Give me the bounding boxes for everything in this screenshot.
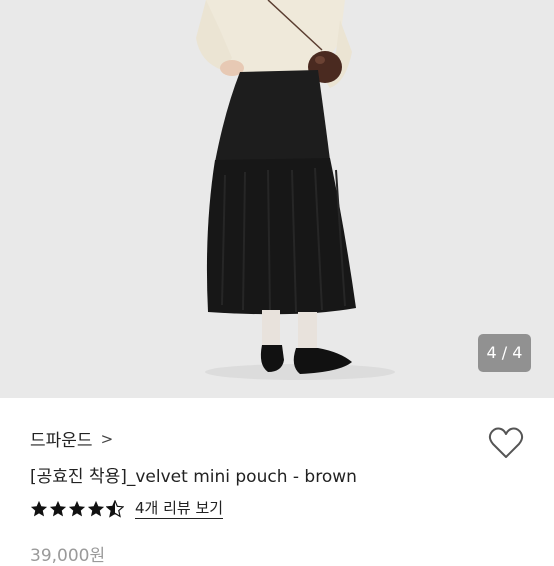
star-icon [30,500,48,518]
star-icon [87,500,105,518]
image-counter: 4 / 4 [478,334,531,372]
half-star-icon [105,499,125,518]
brand-name: 드파운드 [30,431,93,451]
star-rating [30,499,125,518]
product-photo-illustration [196,0,395,380]
product-image[interactable]: 4 / 4 [0,0,554,398]
brand-link[interactable]: 드파운드 > [30,426,114,452]
product-title: [공효진 착용]_velvet mini pouch - brown [30,467,357,487]
star-icon [49,500,67,518]
star-icon [68,500,86,518]
review-link[interactable]: 4개 리뷰 보기 [135,499,224,519]
product-info: 드파운드 > [공효진 착용]_velvet mini pouch - brow… [0,398,554,566]
rating-row: 4개 리뷰 보기 [30,499,224,519]
chevron-right-icon: > [100,429,114,448]
heart-icon[interactable] [488,426,524,460]
